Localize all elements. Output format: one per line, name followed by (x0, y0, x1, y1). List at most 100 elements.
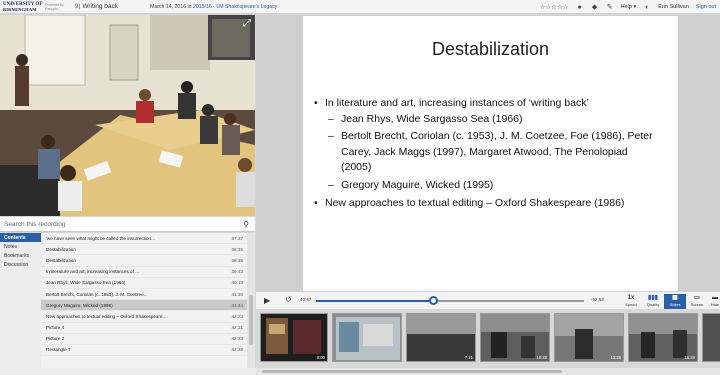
tab-discussion[interactable]: Discussion (0, 260, 41, 269)
info-icon[interactable]: ● (576, 3, 584, 11)
item-time: 42:31 (231, 325, 244, 331)
user-icon: ◐ (645, 3, 650, 11)
logo-line2: BIRMINGHAM (3, 6, 37, 12)
scrollbar-thumb[interactable] (262, 370, 562, 373)
item-title: Jean Rhys, Wide Sargasso Sea (1966) (46, 280, 126, 286)
thumbnail[interactable]: 13:28 (554, 313, 624, 362)
powered-by-text: Powered by Panopto (45, 2, 64, 11)
contents-list: 'we have seen what might be called the i… (41, 233, 247, 375)
help-menu[interactable]: Help ▾ (621, 4, 637, 10)
item-title: New approaches to textual editing – Oxfo… (46, 313, 167, 319)
university-logo: UNIVERSITY OF BIRMINGHAM (0, 0, 45, 14)
slide-title: Destabilization (431, 39, 550, 59)
item-title: Picture 2 (46, 336, 65, 342)
list-item[interactable]: 'we have seen what might be called the i… (41, 233, 247, 245)
tab-label: Discussion (4, 261, 29, 268)
side-tabs: Contents Notes Bookmarks Discussion (0, 233, 41, 375)
speed-label: Speed (625, 302, 637, 307)
item-title: Gregory Maguire, Wicked (1995) (46, 302, 113, 308)
classroom-video-image (0, 15, 255, 216)
edit-icon[interactable]: ✎ (606, 3, 614, 11)
time-remaining: -52:53 (591, 297, 604, 302)
thumbnail-strip: 0:00 7:21 10:28 13:28 16:28 (256, 309, 720, 367)
list-item[interactable]: In literature and art, increasing instan… (41, 267, 247, 278)
camera-video[interactable]: ⤢ (0, 15, 255, 216)
speed-button[interactable]: 1x Speed (620, 294, 642, 309)
list-item-selected[interactable]: Gregory Maguire, Wicked (1995) 41:44 (41, 300, 247, 312)
slide-bullet: New approaches to textual editing – Oxfo… (314, 196, 625, 212)
list-item[interactable]: Destabilization 38:36 (41, 255, 247, 267)
recording-title: Writing back (82, 3, 118, 10)
list-item[interactable]: New approaches to textual editing – Oxfo… (41, 311, 247, 323)
course-link[interactable]: 2015/16 - LM Shakespeare's Legacy (193, 4, 277, 10)
slide-subbullet: Jean Rhys, Wide Sargasso Sea (1966) (328, 112, 661, 128)
slide-bullet: In literature and art, increasing instan… (314, 97, 589, 109)
top-bar: UNIVERSITY OF BIRMINGHAM Powered by Pano… (0, 0, 720, 14)
thumbnail[interactable]: 7:21 (406, 313, 476, 362)
thumbnail[interactable]: 16:28 (628, 313, 698, 362)
expand-icon[interactable]: ⤢ (243, 18, 251, 29)
item-time: 42:38 (231, 347, 244, 353)
thumbnail-time: 13:28 (610, 355, 621, 360)
item-time: 41:44 (231, 302, 244, 308)
search-icon[interactable]: ⚲ (243, 220, 249, 229)
thumbnail-time: 0:00 (316, 355, 325, 360)
user-name: Erin Sullivan (658, 4, 689, 10)
list-item[interactable]: Rectangle 7 42:38 (41, 345, 247, 357)
item-title: Rectangle 7 (46, 347, 71, 353)
top-right-controls: ☆☆☆☆☆ ● ◆ ✎ Help ▾ ◐ Erin Sullivan Sign … (539, 0, 716, 14)
slide: Destabilization In literature and art, i… (303, 16, 678, 291)
slides-label: Slides (669, 302, 681, 307)
player-controls: ▶ ↺ 40:47 -52:53 1x Speed ▮▮▮ Quality ▦ … (256, 291, 720, 309)
rating-stars[interactable]: ☆☆☆☆☆ (539, 3, 568, 11)
item-time: 37:37 (231, 235, 244, 241)
recording-title-area[interactable]: 9) Writing back (75, 3, 120, 10)
list-item[interactable]: Jean Rhys, Wide Sargasso Sea (1966) 40:13 (41, 278, 247, 289)
item-time: 40:13 (231, 280, 244, 286)
share-icon[interactable]: ◆ (591, 3, 599, 11)
slides-icon: ▦ (672, 295, 678, 301)
back-count: 9) (75, 3, 81, 10)
scrollbar-thumb[interactable] (249, 295, 253, 345)
left-footer (0, 368, 256, 375)
slide-subbullet: Gregory Maguire, Wicked (1995) (328, 178, 661, 194)
list-item[interactable]: Picture 2 42:33 (41, 334, 247, 345)
item-title: In literature and art, increasing instan… (46, 269, 139, 275)
hide-label: Hide (710, 302, 720, 307)
item-title: 'we have seen what might be called the i… (46, 235, 155, 241)
play-icon[interactable]: ▶ (264, 296, 270, 305)
item-title: Picture 4 (46, 325, 65, 331)
slides-button[interactable]: ▦ Slides (664, 294, 686, 309)
recording-date: March 14, 2016 in (150, 3, 192, 10)
thumbnail[interactable] (332, 313, 402, 362)
thumbnail[interactable]: 10:28 (480, 313, 550, 362)
screen-label: Screen (690, 302, 704, 307)
list-item[interactable]: Picture 4 42:31 (41, 323, 247, 334)
progress-knob[interactable] (429, 296, 439, 305)
signout-link[interactable]: Sign out (696, 4, 716, 10)
thumbnail[interactable]: 0:00 (260, 313, 328, 362)
speed-value: 1x (627, 295, 635, 301)
thumbnail-time: 10:28 (536, 355, 547, 360)
list-item[interactable]: Destabilization 38:35 (41, 244, 247, 256)
hide-icon: ▬ (712, 295, 718, 301)
tab-label: Contents (4, 234, 26, 241)
item-time: 42:33 (231, 336, 244, 342)
thumbnail[interactable] (702, 313, 720, 362)
tab-bookmarks[interactable]: Bookmarks (0, 251, 41, 260)
thumbnail-image (336, 317, 400, 360)
contents-scrollbar[interactable] (247, 233, 255, 375)
tab-label: Notes (4, 243, 18, 250)
quality-button[interactable]: ▮▮▮ Quality (642, 294, 664, 309)
tab-contents[interactable]: Contents (0, 233, 41, 242)
tab-notes[interactable]: Notes (0, 242, 41, 251)
slide-subbullet: Bertolt Brecht, Coriolan (c. 1953), J. M… (328, 129, 661, 176)
search-input[interactable]: Search this recording ⚲ (0, 217, 255, 232)
time-elapsed: 40:47 (300, 297, 312, 302)
item-time: 38:35 (231, 246, 244, 252)
list-item[interactable]: Bertolt Brecht, Coriolan (c. 1953), J. M… (41, 289, 247, 301)
thumbnail-scrollbar[interactable] (256, 368, 720, 375)
hide-button[interactable]: ▬ Hide (704, 294, 720, 309)
quality-label: Quality (646, 302, 660, 307)
rewind-icon[interactable]: ↺ (285, 295, 292, 304)
